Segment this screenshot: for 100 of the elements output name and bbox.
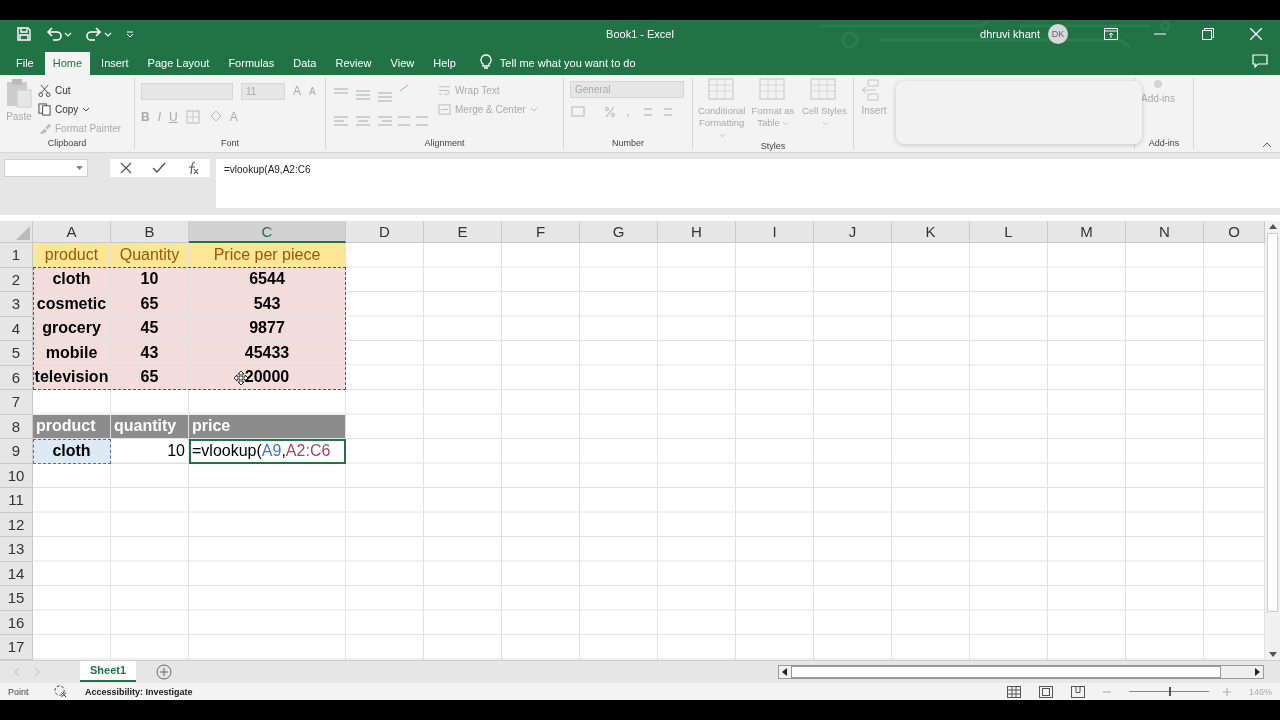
scroll-right-icon[interactable] [1255,668,1260,676]
formula-field[interactable]: =vlookup(A9,A2:C6 [216,159,1280,208]
menu-tab[interactable]: Page Layout [139,52,218,75]
menu-tab[interactable]: Help [425,52,464,75]
column-header[interactable]: J [814,221,892,243]
table-cell: grocery [33,316,111,341]
menu-tab[interactable]: Data [285,52,325,75]
table-cell: cloth [33,267,111,292]
tell-me-search[interactable]: Tell me what you want to do [499,52,636,75]
copy-icon [38,102,51,116]
row-header[interactable]: 3 [0,292,33,317]
group-label: Number [612,138,644,149]
scroll-left-icon[interactable] [782,668,787,676]
row-header[interactable]: 2 [0,267,33,292]
scroll-down-icon[interactable] [1268,652,1277,657]
ribbon-display-icon[interactable] [1104,28,1118,40]
column-header[interactable]: H [658,221,736,243]
user-avatar[interactable]: DK [1048,24,1068,44]
column-header[interactable]: D [346,221,424,243]
menu-tab[interactable]: Insert [93,52,137,75]
table-cell: Price per piece [189,243,346,268]
table-cell: quantity [111,414,189,439]
table-icon [810,78,839,102]
row-header[interactable]: 16 [0,610,33,635]
row-header[interactable]: 9 [0,439,33,464]
close-icon[interactable] [1250,28,1262,40]
row-header[interactable]: 14 [0,561,33,586]
cut-button[interactable]: Cut [38,82,122,98]
row-header[interactable]: 10 [0,463,33,488]
scroll-up-icon[interactable] [1268,224,1277,229]
page-layout-view-icon[interactable] [1038,685,1053,698]
undo-icon[interactable] [46,26,72,42]
table-cell: 9877 [189,316,346,341]
row-header[interactable]: 1 [0,243,33,268]
row-header[interactable]: 11 [0,488,33,513]
new-sheet-icon[interactable] [156,664,173,680]
accessibility-status[interactable]: Accessibility: Investigate [85,686,193,697]
row-header[interactable]: 13 [0,537,33,562]
column-header[interactable]: L [970,221,1048,243]
table-cell: 45433 [189,341,346,366]
collapse-ribbon-icon[interactable] [1262,142,1272,148]
row-header[interactable]: 5 [0,341,33,366]
save-icon[interactable] [16,26,32,42]
column-header[interactable]: M [1048,221,1126,243]
sheet-tab[interactable]: Sheet1 [80,661,137,682]
table-cell: 65 [111,292,189,317]
table-cell: 43 [111,341,189,366]
table-cell: price [189,414,346,439]
column-header[interactable]: G [580,221,658,243]
lightbulb-icon [479,54,492,70]
font-name-field[interactable] [141,82,233,100]
row-header[interactable]: 4 [0,316,33,341]
row-header[interactable]: 6 [0,365,33,390]
row-header[interactable]: 8 [0,414,33,439]
user-name: dhruvi khant [980,28,1040,40]
row-header[interactable]: 7 [0,390,33,415]
vertical-scrollbar[interactable] [1265,221,1280,660]
horizontal-scrollbar[interactable] [778,665,1264,679]
column-header[interactable]: C [189,221,346,243]
group-label: Styles [760,140,786,152]
column-header[interactable]: A [33,221,111,243]
table-cell: 6544 [189,267,346,292]
column-header[interactable]: K [892,221,970,243]
paintbrush-icon [38,121,51,135]
enter-icon[interactable] [152,162,166,174]
row-header[interactable]: 15 [0,586,33,611]
redo-icon[interactable] [86,26,112,42]
customize-icon[interactable] [126,30,134,38]
group-label: Font [221,138,239,149]
column-header[interactable]: F [502,221,580,243]
group-label: Add-ins [1148,138,1180,149]
merge-cells-icon [438,102,451,116]
table-cell: =vlookup(A9,A2:C6 [189,439,346,464]
column-header[interactable]: O [1204,221,1265,243]
menu-tab[interactable]: Formulas [220,52,283,75]
comments-icon[interactable] [1252,54,1268,68]
column-header[interactable]: I [736,221,814,243]
insert-function-icon[interactable] [186,161,200,175]
menu-tab[interactable]: Home [44,52,91,75]
table-cell: 543 [189,292,346,317]
menu-tab[interactable]: Review [327,52,380,75]
group-label: Alignment [424,138,465,149]
column-header[interactable]: B [111,221,189,243]
column-header[interactable]: N [1126,221,1204,243]
restore-icon[interactable] [1202,28,1214,40]
accessibility-icon[interactable] [54,685,67,698]
menu-tab[interactable]: View [382,52,423,75]
normal-view-icon[interactable] [1006,685,1021,698]
page-break-view-icon[interactable] [1070,685,1085,698]
column-header[interactable]: E [424,221,502,243]
table-cell: 45 [111,316,189,341]
group-label: Clipboard [47,138,87,149]
row-header[interactable]: 17 [0,635,33,660]
copy-button[interactable]: Copy [38,101,122,117]
row-header[interactable]: 12 [0,512,33,537]
caret-icon[interactable] [82,106,91,112]
table-icon [707,78,736,102]
cancel-icon[interactable] [120,162,132,174]
menu-tab[interactable]: File [8,52,42,75]
table-cell: mobile [33,341,111,366]
